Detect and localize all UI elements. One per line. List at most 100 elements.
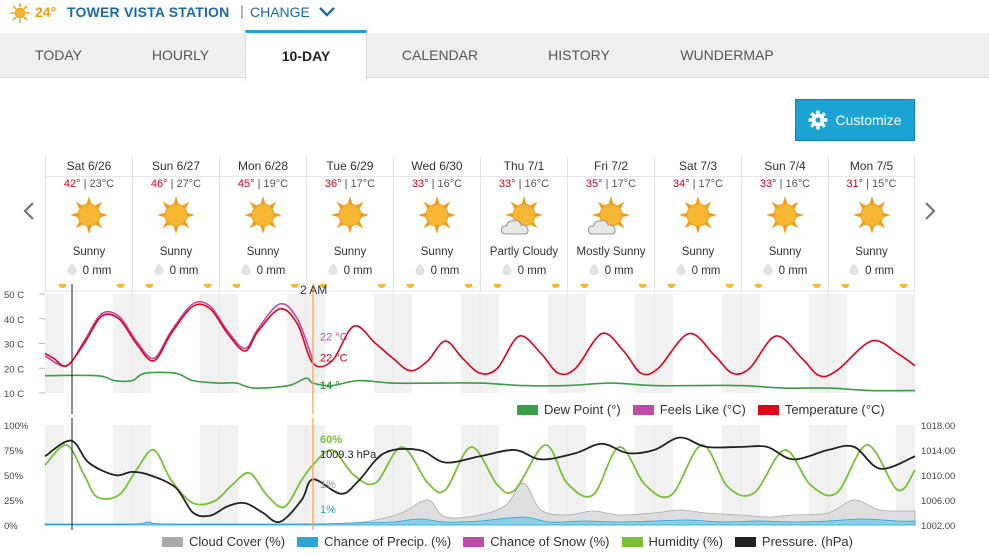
night-band (45, 425, 65, 525)
tab-calendar[interactable]: CALENDAR (366, 33, 514, 77)
sun-icon (851, 194, 893, 241)
day-column[interactable]: Mon 6/28 45° | 19°C Sunny 0 mm (219, 157, 306, 292)
daily-forecast-strip: Sat 6/26 42° | 23°C Sunny 0 mm Sun 6/27 … (45, 157, 915, 292)
raindrop-icon (502, 264, 512, 278)
day-low: 23°C (89, 178, 115, 190)
sunrise-marker (841, 284, 850, 288)
day-date: Sun 7/4 (742, 157, 828, 177)
tab-history[interactable]: HISTORY (514, 33, 644, 77)
day-hi-lo-separator: | (341, 178, 351, 190)
tab-wundermap[interactable]: WUNDERMAP (644, 33, 810, 77)
night-band (386, 294, 413, 393)
day-hi-lo-separator: | (515, 178, 525, 190)
legend-swatch (621, 536, 643, 547)
day-date: Wed 6/30 (394, 157, 480, 177)
day-low: 19°C (263, 178, 289, 190)
day-column[interactable]: Fri 7/2 35° | 17°C Mostly Sunny 0 mm (567, 157, 654, 292)
legend-label[interactable]: Chance of Precip. (%) (324, 534, 451, 549)
day-high: 45° (237, 178, 255, 190)
change-location-link[interactable]: CHANGE (250, 4, 310, 20)
legend-label[interactable]: Temperature (°C) (785, 402, 885, 417)
day-column[interactable]: Sun 6/27 46° | 27°C Sunny 0 mm (132, 157, 219, 292)
legend-label[interactable]: Pressure. (hPa) (762, 534, 853, 549)
day-hi-lo-separator: | (80, 178, 90, 190)
day-low: 16°C (437, 178, 463, 190)
day-high: 33° (498, 178, 516, 190)
tab-hourly[interactable]: HOURLY (117, 33, 244, 77)
night-band (473, 425, 500, 525)
day-column[interactable]: Sun 7/4 33° | 16°C Sunny 0 mm (741, 157, 828, 292)
day-condition: Sunny (420, 246, 454, 258)
sun-icon (68, 194, 110, 241)
day-precip: 0 mm (307, 264, 393, 278)
day-date: Mon 7/5 (829, 157, 914, 177)
day-condition: Mostly Sunny (576, 246, 646, 258)
legend-label[interactable]: Cloud Cover (%) (189, 534, 285, 549)
legend-swatch (757, 404, 779, 415)
night-band (212, 294, 239, 393)
previous-days-arrow[interactable] (22, 200, 36, 227)
day-precip-amount: 0 mm (82, 265, 112, 278)
y-tick-label: 20 C (4, 364, 24, 375)
day-precip-amount: 0 mm (865, 265, 894, 278)
day-low: 27°C (176, 178, 202, 190)
legend-label[interactable]: Humidity (%) (649, 534, 723, 549)
day-hi-lo-separator: | (863, 178, 873, 190)
sunset-marker (812, 284, 821, 288)
cloud-cover-readout: 1% (320, 479, 336, 491)
day-hi-lo-separator: | (428, 178, 438, 190)
day-column[interactable]: Mon 7/5 31° | 15°C Sunny 0 mm (828, 157, 915, 292)
day-hi-lo: 36° | 17°C (307, 178, 393, 190)
day-low: 17°C (611, 178, 637, 190)
partly-cloudy-icon (500, 194, 545, 241)
day-column[interactable]: Thu 7/1 33° | 16°C Partly Cloudy 0 mm (480, 157, 567, 292)
location-bar: 24° TOWER VISTA STATION | CHANGE (0, 0, 989, 26)
day-hi-lo: 34° | 17°C (655, 178, 741, 190)
dew-point-readout: 14 ° (320, 380, 340, 392)
day-date: Sat 6/26 (46, 157, 132, 177)
day-precip: 0 mm (568, 264, 654, 278)
customize-button[interactable]: Customize (795, 99, 915, 141)
day-date: Sun 6/27 (133, 157, 219, 177)
pressure-readout: 1009.3 hPa (320, 449, 377, 461)
sun-icon (764, 194, 806, 241)
day-column[interactable]: Wed 6/30 33° | 16°C Sunny 0 mm (393, 157, 480, 292)
raindrop-icon (849, 264, 859, 278)
legend-label[interactable]: Feels Like (°C) (660, 402, 746, 417)
day-precip: 0 mm (481, 264, 567, 278)
chevron-down-icon[interactable] (318, 5, 336, 24)
day-high: 36° (324, 178, 342, 190)
day-hi-lo: 46° | 27°C (133, 178, 219, 190)
sun-icon (155, 194, 197, 241)
y-tick-label: 100% (4, 421, 29, 432)
legend-label[interactable]: Chance of Snow (%) (490, 534, 609, 549)
sunset-marker (290, 284, 299, 288)
sun-icon (677, 194, 719, 241)
day-hi-lo: 33° | 16°C (481, 178, 567, 190)
legend-label[interactable]: Dew Point (°) (544, 402, 621, 417)
night-band (560, 294, 587, 393)
raindrop-icon (241, 264, 251, 278)
night-band (734, 425, 761, 525)
next-days-arrow[interactable] (923, 200, 937, 227)
day-column[interactable]: Tue 6/29 36° | 17°C Sunny 0 mm (306, 157, 393, 292)
sun-icon (329, 194, 371, 241)
day-hi-lo-separator: | (167, 178, 177, 190)
day-low: 17°C (698, 178, 724, 190)
tab-10-day[interactable]: 10-DAY (245, 30, 367, 81)
y-tick-label: 25% (4, 496, 24, 507)
day-column[interactable]: Sat 6/26 42° | 23°C Sunny 0 mm (45, 157, 132, 292)
legend-swatch (632, 404, 654, 415)
night-band (734, 294, 761, 393)
precip-readout: 1% (320, 504, 336, 516)
temperature-legend: Dew Point (°) Feels Like (°C) Temperature … (505, 402, 885, 417)
y2-tick-label: 1010.00 (921, 471, 955, 482)
sunset-marker (638, 284, 647, 288)
tab-today[interactable]: TODAY (0, 33, 117, 77)
sunrise-marker (58, 284, 67, 288)
day-precip-amount: 0 mm (604, 265, 634, 278)
day-low: 16°C (785, 178, 811, 190)
day-column[interactable]: Sat 7/3 34° | 17°C Sunny 0 mm (654, 157, 741, 292)
customize-label: Customize (835, 112, 902, 128)
night-band (473, 294, 500, 393)
